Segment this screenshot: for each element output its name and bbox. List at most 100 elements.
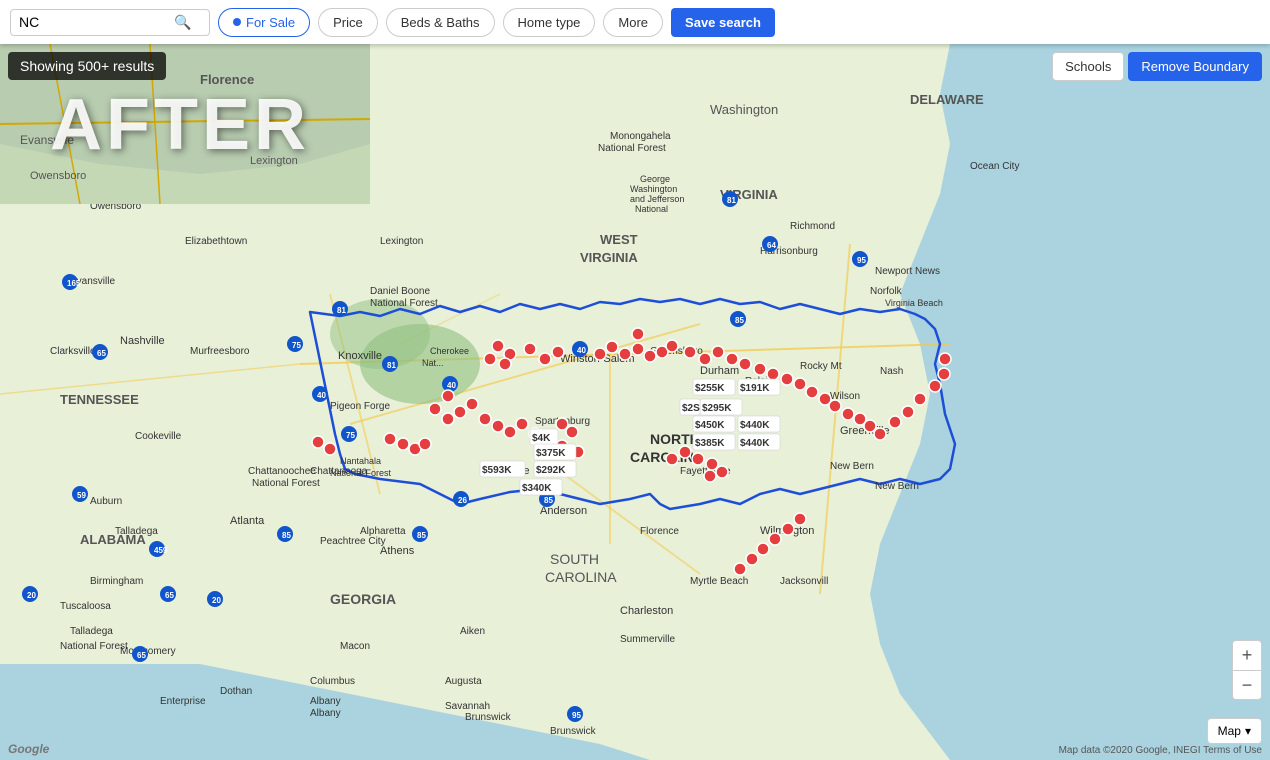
- svg-text:65: 65: [165, 591, 174, 600]
- svg-text:Tuscaloosa: Tuscaloosa: [60, 601, 111, 612]
- svg-text:TENNESSEE: TENNESSEE: [60, 392, 139, 407]
- svg-text:Cookeville: Cookeville: [135, 431, 182, 442]
- svg-text:Newport News: Newport News: [875, 266, 940, 277]
- svg-text:Peachtree City: Peachtree City: [320, 536, 386, 547]
- svg-text:New Bern: New Bern: [875, 481, 919, 492]
- svg-text:Washington: Washington: [630, 184, 677, 194]
- svg-text:CAROLINA: CAROLINA: [545, 569, 617, 585]
- remove-boundary-button[interactable]: Remove Boundary: [1128, 52, 1262, 81]
- map-action-buttons: Schools Remove Boundary: [1052, 52, 1262, 81]
- for-sale-dot: [233, 18, 241, 26]
- svg-text:Charleston: Charleston: [620, 605, 673, 617]
- svg-text:National Forest: National Forest: [598, 143, 666, 154]
- svg-text:National Forest: National Forest: [330, 468, 392, 478]
- svg-text:Summerville: Summerville: [620, 634, 675, 645]
- svg-text:Atlanta: Atlanta: [230, 515, 265, 527]
- svg-text:National Forest: National Forest: [370, 298, 438, 309]
- showing-text: Showing 500+ results: [20, 58, 154, 74]
- svg-text:40: 40: [577, 346, 586, 355]
- map-container: Nashville Knoxville Daniel Boone Nationa…: [0, 44, 1270, 760]
- svg-text:$295K: $295K: [702, 403, 732, 414]
- svg-text:165: 165: [67, 279, 81, 288]
- search-button[interactable]: 🔍: [174, 14, 191, 31]
- search-input-wrapper: 🔍: [10, 9, 210, 36]
- svg-text:Aiken: Aiken: [460, 626, 485, 637]
- svg-text:Norfolk: Norfolk: [870, 286, 903, 297]
- svg-text:Albany: Albany: [310, 708, 341, 719]
- map-type-label: Map: [1218, 724, 1241, 738]
- svg-text:85: 85: [417, 531, 426, 540]
- svg-text:81: 81: [337, 306, 346, 315]
- search-bar: 🔍 For Sale Price Beds & Baths Home type …: [0, 0, 1270, 44]
- svg-text:Cherokee: Cherokee: [430, 346, 469, 356]
- svg-text:$440K: $440K: [740, 420, 770, 431]
- svg-text:$255K: $255K: [695, 383, 725, 394]
- svg-text:Durham: Durham: [700, 365, 739, 377]
- map-type-selector[interactable]: Map ▾: [1207, 718, 1262, 744]
- for-sale-filter[interactable]: For Sale: [218, 8, 310, 37]
- map-type-button[interactable]: Map ▾: [1207, 718, 1262, 744]
- svg-text:Savannah: Savannah: [445, 701, 490, 712]
- svg-text:20: 20: [212, 596, 221, 605]
- svg-text:Jacksonvill: Jacksonvill: [780, 576, 828, 587]
- svg-text:and Jefferson: and Jefferson: [630, 194, 684, 204]
- svg-text:Talladega: Talladega: [115, 526, 158, 537]
- more-filter[interactable]: More: [603, 8, 663, 37]
- svg-text:Chattanoochee: Chattanoochee: [248, 466, 316, 477]
- svg-text:$440K: $440K: [740, 438, 770, 449]
- svg-text:85: 85: [282, 531, 291, 540]
- svg-text:National Forest: National Forest: [252, 478, 320, 489]
- svg-text:Macon: Macon: [340, 641, 370, 652]
- showing-banner: Showing 500+ results: [8, 52, 166, 80]
- google-logo: Google: [8, 742, 49, 756]
- svg-text:Monongahela: Monongahela: [610, 131, 671, 142]
- svg-text:Myrtle Beach: Myrtle Beach: [690, 576, 748, 587]
- svg-text:Brunswick: Brunswick: [465, 712, 512, 723]
- svg-text:65: 65: [97, 349, 106, 358]
- svg-text:$2S: $2S: [682, 403, 700, 414]
- svg-text:Columbus: Columbus: [310, 676, 355, 687]
- svg-text:Brunswick: Brunswick: [550, 726, 597, 737]
- svg-text:National Forest: National Forest: [60, 641, 128, 652]
- price-filter[interactable]: Price: [318, 8, 378, 37]
- svg-text:Owensboro: Owensboro: [30, 170, 86, 182]
- for-sale-label: For Sale: [246, 15, 295, 30]
- search-input[interactable]: [19, 14, 174, 30]
- zoom-in-button[interactable]: +: [1232, 640, 1262, 670]
- svg-text:Pigeon Forge: Pigeon Forge: [330, 401, 390, 412]
- svg-text:95: 95: [572, 711, 581, 720]
- svg-text:Clarksville: Clarksville: [50, 346, 96, 357]
- svg-text:$191K: $191K: [740, 383, 770, 394]
- svg-text:Washington: Washington: [710, 102, 778, 117]
- svg-text:40: 40: [317, 391, 326, 400]
- svg-text:Virginia Beach: Virginia Beach: [885, 298, 943, 308]
- svg-text:$4K: $4K: [532, 433, 551, 444]
- svg-text:$450K: $450K: [695, 420, 725, 431]
- svg-text:New Bern: New Bern: [830, 461, 874, 472]
- svg-text:Nat...: Nat...: [422, 358, 444, 368]
- svg-text:459: 459: [154, 546, 168, 555]
- svg-text:Enterprise: Enterprise: [160, 696, 206, 707]
- beds-baths-filter[interactable]: Beds & Baths: [386, 8, 495, 37]
- svg-text:WEST: WEST: [600, 232, 638, 247]
- svg-text:Nashville: Nashville: [120, 335, 165, 347]
- svg-text:Florence: Florence: [640, 526, 679, 537]
- zoom-out-button[interactable]: −: [1232, 670, 1262, 700]
- svg-text:GEORGIA: GEORGIA: [330, 591, 396, 607]
- svg-text:75: 75: [292, 341, 301, 350]
- svg-text:$292K: $292K: [536, 465, 566, 476]
- home-type-filter[interactable]: Home type: [503, 8, 596, 37]
- svg-text:Richmond: Richmond: [790, 221, 835, 232]
- svg-text:Rocky Mt: Rocky Mt: [800, 361, 842, 372]
- save-search-button[interactable]: Save search: [671, 8, 775, 37]
- svg-text:DELAWARE: DELAWARE: [910, 92, 984, 107]
- svg-text:$385K: $385K: [695, 438, 725, 449]
- svg-text:Augusta: Augusta: [445, 676, 482, 687]
- svg-text:George: George: [640, 174, 670, 184]
- schools-button[interactable]: Schools: [1052, 52, 1124, 81]
- svg-text:59: 59: [77, 491, 86, 500]
- svg-text:NORTH: NORTH: [650, 431, 700, 447]
- svg-text:85: 85: [544, 496, 553, 505]
- svg-text:National: National: [635, 204, 668, 214]
- svg-text:$593K: $593K: [482, 465, 512, 476]
